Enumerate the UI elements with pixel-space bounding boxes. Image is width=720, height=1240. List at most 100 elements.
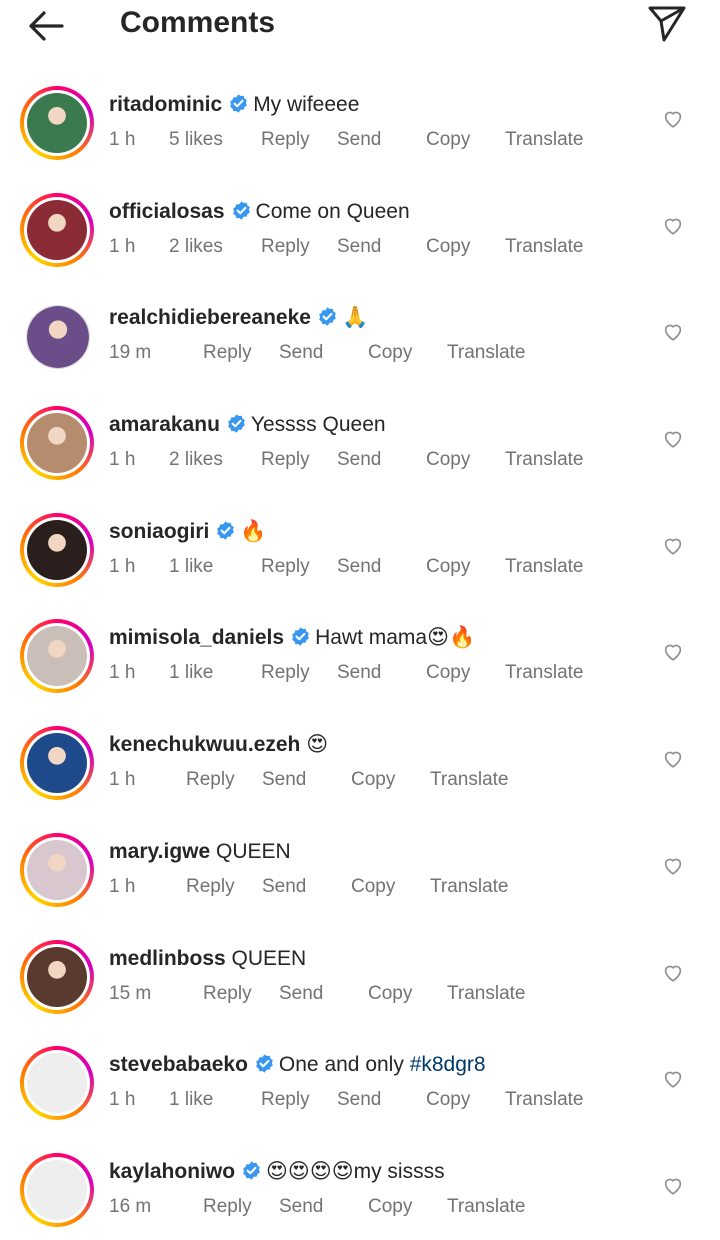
username-link[interactable]: mimisola_daniels (109, 626, 284, 649)
avatar-image (27, 1159, 87, 1220)
like-heart-icon[interactable] (662, 321, 684, 343)
back-arrow-icon[interactable] (22, 6, 72, 46)
comment-body: mimisola_daniels Hawt mama😍🔥 (109, 625, 475, 651)
send-button[interactable]: Send (337, 128, 381, 152)
copy-button[interactable]: Copy (351, 875, 395, 899)
like-heart-icon[interactable] (662, 748, 684, 770)
username-link[interactable]: realchidiebereaneke (109, 306, 311, 329)
copy-button[interactable]: Copy (426, 128, 470, 152)
translate-button[interactable]: Translate (505, 235, 584, 259)
like-heart-icon[interactable] (662, 641, 684, 663)
translate-button[interactable]: Translate (447, 1195, 526, 1219)
like-heart-icon[interactable] (662, 535, 684, 557)
translate-button[interactable]: Translate (447, 982, 526, 1006)
avatar[interactable] (20, 832, 94, 907)
copy-button[interactable]: Copy (368, 982, 412, 1006)
comment-row: kaylahoniwo 😍😍😍😍my sissss 16 m Reply Send Cop… (0, 1133, 720, 1240)
verified-badge-icon (231, 200, 252, 221)
copy-button[interactable]: Copy (426, 555, 470, 579)
copy-button[interactable]: Copy (426, 448, 470, 472)
avatar[interactable] (20, 939, 94, 1014)
send-button[interactable]: Send (337, 555, 381, 579)
username-link[interactable]: amarakanu (109, 413, 220, 436)
copy-button[interactable]: Copy (426, 1088, 470, 1112)
avatar[interactable] (20, 86, 94, 160)
like-heart-icon[interactable] (662, 428, 684, 450)
comment-text: Hawt mama😍🔥 (315, 626, 476, 650)
send-button[interactable]: Send (337, 448, 381, 472)
reply-button[interactable]: Reply (186, 875, 235, 899)
username-link[interactable]: ritadominic (109, 93, 222, 116)
copy-button[interactable]: Copy (368, 1195, 412, 1219)
send-button[interactable]: Send (279, 1195, 323, 1219)
copy-button[interactable]: Copy (351, 768, 395, 792)
likes-count[interactable]: 2 likes (169, 448, 223, 472)
like-heart-icon[interactable] (662, 108, 684, 130)
copy-button[interactable]: Copy (368, 341, 412, 365)
translate-button[interactable]: Translate (447, 341, 526, 365)
translate-button[interactable]: Translate (505, 128, 584, 152)
likes-count[interactable]: 1 like (169, 555, 213, 579)
likes-count[interactable]: 5 likes (169, 128, 223, 152)
like-heart-icon[interactable] (662, 855, 684, 877)
translate-button[interactable]: Translate (430, 875, 509, 899)
reply-button[interactable]: Reply (261, 128, 310, 152)
translate-button[interactable]: Translate (430, 768, 509, 792)
translate-button[interactable]: Translate (505, 661, 584, 685)
send-button[interactable]: Send (279, 341, 323, 365)
avatar[interactable] (20, 1152, 94, 1227)
like-heart-icon[interactable] (662, 962, 684, 984)
reply-button[interactable]: Reply (186, 768, 235, 792)
username-link[interactable]: kaylahoniwo (109, 1160, 235, 1183)
reply-button[interactable]: Reply (261, 1088, 310, 1112)
like-heart-icon[interactable] (662, 1175, 684, 1197)
avatar-ring-gap (24, 623, 90, 690)
send-button[interactable]: Send (337, 1088, 381, 1112)
page-title: Comments (120, 6, 276, 39)
username-link[interactable]: mary.igwe (109, 840, 210, 863)
avatar[interactable] (20, 192, 94, 267)
reply-button[interactable]: Reply (203, 341, 252, 365)
username-link[interactable]: officialosas (109, 200, 225, 223)
likes-count[interactable]: 1 like (169, 1088, 213, 1112)
comment-row: officialosas Come on Queen 1 h 2 likes Reply… (0, 173, 720, 280)
hashtag-link[interactable]: #k8dgr8 (410, 1053, 486, 1076)
reply-button[interactable]: Reply (261, 661, 310, 685)
comment-text: Come on Queen (255, 199, 410, 223)
paper-plane-icon[interactable] (644, 2, 690, 44)
avatar-image (27, 306, 89, 369)
translate-button[interactable]: Translate (505, 448, 584, 472)
username-link[interactable]: medlinboss (109, 947, 226, 970)
reply-button[interactable]: Reply (203, 1195, 252, 1219)
reply-button[interactable]: Reply (261, 448, 310, 472)
translate-button[interactable]: Translate (505, 1088, 584, 1112)
reply-button[interactable]: Reply (261, 235, 310, 259)
avatar[interactable] (20, 619, 94, 694)
verified-badge-icon (317, 306, 338, 327)
reply-button[interactable]: Reply (261, 555, 310, 579)
send-button[interactable]: Send (337, 235, 381, 259)
like-heart-icon[interactable] (662, 1068, 684, 1090)
send-button[interactable]: Send (337, 661, 381, 685)
send-button[interactable]: Send (262, 768, 306, 792)
timestamp: 1 h (109, 129, 136, 150)
avatar[interactable] (20, 406, 94, 481)
likes-count[interactable]: 1 like (169, 661, 213, 685)
like-heart-icon[interactable] (662, 215, 684, 237)
comment-body: ritadominic My wifeeee (109, 92, 359, 118)
copy-button[interactable]: Copy (426, 661, 470, 685)
copy-button[interactable]: Copy (426, 235, 470, 259)
send-button[interactable]: Send (279, 982, 323, 1006)
username-link[interactable]: stevebabaeko (109, 1053, 248, 1076)
username-link[interactable]: soniaogiri (109, 520, 209, 543)
likes-count[interactable]: 2 likes (169, 235, 223, 259)
translate-button[interactable]: Translate (505, 555, 584, 579)
avatar[interactable] (20, 1046, 94, 1121)
avatar[interactable] (20, 726, 94, 801)
avatar[interactable] (20, 512, 94, 587)
reply-button[interactable]: Reply (203, 982, 252, 1006)
verified-badge-icon (254, 1053, 275, 1074)
avatar[interactable] (26, 305, 90, 370)
username-link[interactable]: kenechukwuu.ezeh (109, 733, 300, 756)
send-button[interactable]: Send (262, 875, 306, 899)
